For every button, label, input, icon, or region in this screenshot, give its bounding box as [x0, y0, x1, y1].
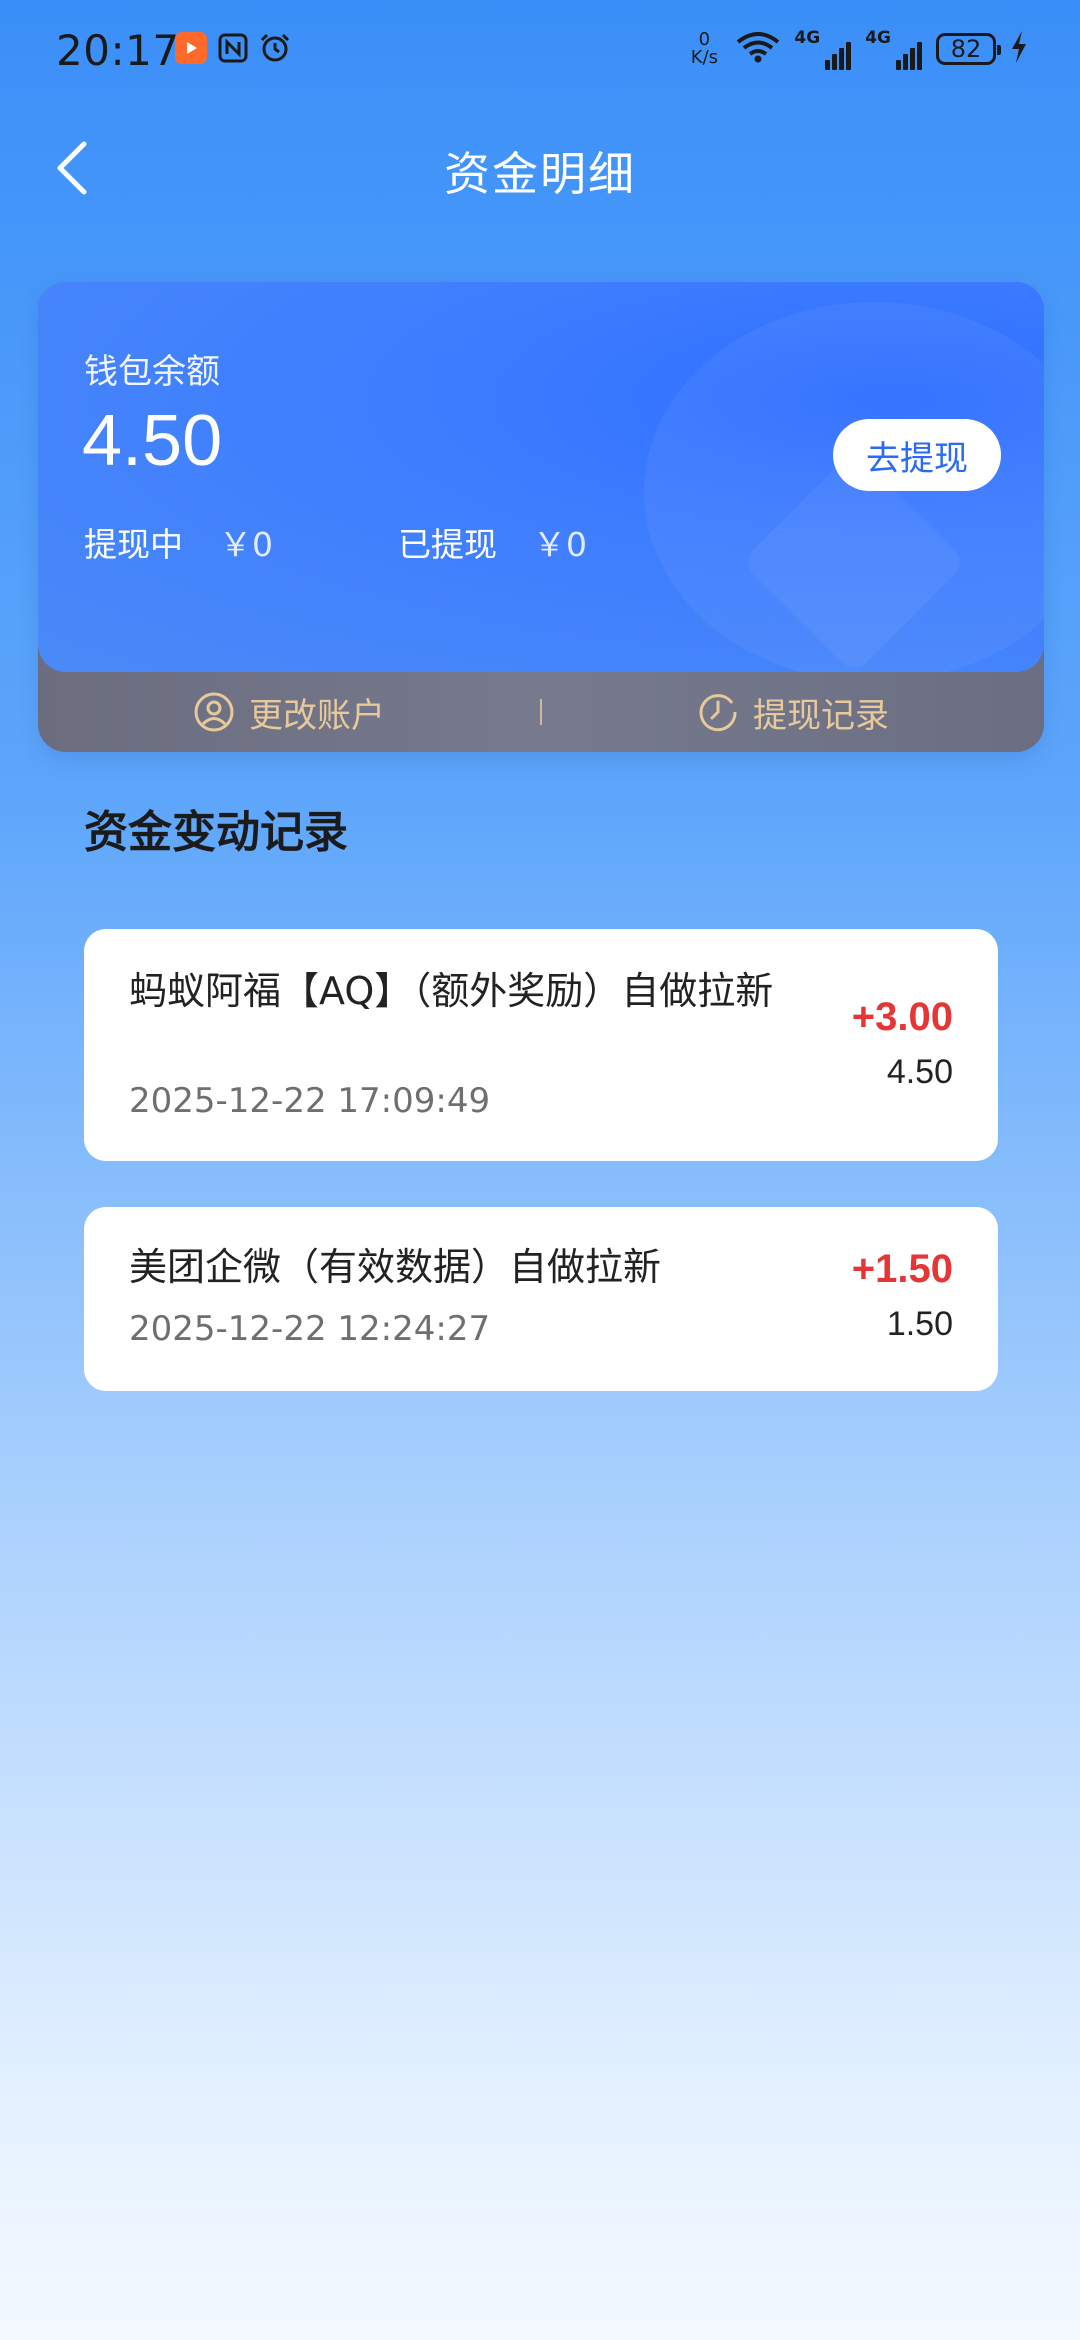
header: 资金明细 [0, 110, 1080, 230]
withdraw-records-button[interactable]: 提现记录 [542, 688, 1044, 737]
balance-label: 钱包余额 [84, 352, 220, 392]
net-speed: 0 K/s [690, 29, 719, 68]
fund-record-item[interactable]: 美团企微（有效数据）自做拉新 2025-12-22 12:24:27 +1.50… [84, 1207, 998, 1391]
withdrawn-label: 已提现 [398, 525, 497, 564]
fund-record-item[interactable]: 蚂蚁阿福【AQ】（额外奖励）自做拉新 2025-12-22 17:09:49 +… [84, 929, 998, 1161]
withdrawn-value: ￥0 [533, 525, 587, 564]
record-balance: 4.50 [886, 1053, 953, 1091]
nfc-icon [217, 32, 249, 64]
page-title: 资金明细 [444, 147, 636, 201]
section-title: 资金变动记录 [84, 807, 348, 858]
pending-value: ￥0 [219, 525, 273, 564]
clock-icon [699, 694, 737, 732]
status-time: 20:17 [56, 26, 180, 75]
withdrawn-total: 已提现 ￥0 [398, 518, 587, 566]
pending-withdrawal: 提现中 ￥0 [84, 518, 273, 566]
change-account-button[interactable]: 更改账户 [38, 688, 540, 737]
action-divider [540, 699, 542, 725]
battery-icon: 82 [936, 33, 1001, 65]
balance-value: 4.50 [82, 401, 223, 481]
change-account-label: 更改账户 [249, 695, 385, 736]
status-left-icons [175, 32, 291, 64]
user-icon [194, 692, 234, 732]
charging-icon [1010, 30, 1028, 68]
record-balance: 1.50 [886, 1305, 953, 1343]
status-right: 0 K/s 4G 4G 82 [686, 28, 1028, 70]
record-date: 2025-12-22 12:24:27 [129, 1309, 491, 1349]
wifi-icon [736, 30, 780, 68]
video-app-icon [175, 32, 207, 64]
wallet-card: 钱包余额 4.50 去提现 提现中 ￥0 已提现 ￥0 更改账户 提现记录 [38, 282, 1044, 752]
wallet-card-main: 钱包余额 4.50 去提现 提现中 ￥0 已提现 ￥0 [38, 282, 1044, 672]
signal-icon-1: 4G [794, 28, 852, 70]
record-amount: +1.50 [851, 1247, 953, 1291]
record-title: 美团企微（有效数据）自做拉新 [129, 1245, 662, 1289]
record-amount: +3.00 [851, 995, 953, 1039]
signal-icon-2: 4G [865, 28, 922, 70]
alarm-icon [259, 32, 291, 64]
pending-label: 提现中 [84, 525, 183, 564]
withdraw-records-label: 提现记录 [753, 695, 889, 736]
record-date: 2025-12-22 17:09:49 [129, 1081, 491, 1121]
wallet-card-actions: 更改账户 提现记录 [38, 672, 1044, 752]
withdraw-button[interactable]: 去提现 [833, 419, 1001, 491]
record-title: 蚂蚁阿福【AQ】（额外奖励）自做拉新 [129, 969, 774, 1013]
status-bar: 20:17 0 K/s 4G 4G 82 [0, 0, 1080, 110]
